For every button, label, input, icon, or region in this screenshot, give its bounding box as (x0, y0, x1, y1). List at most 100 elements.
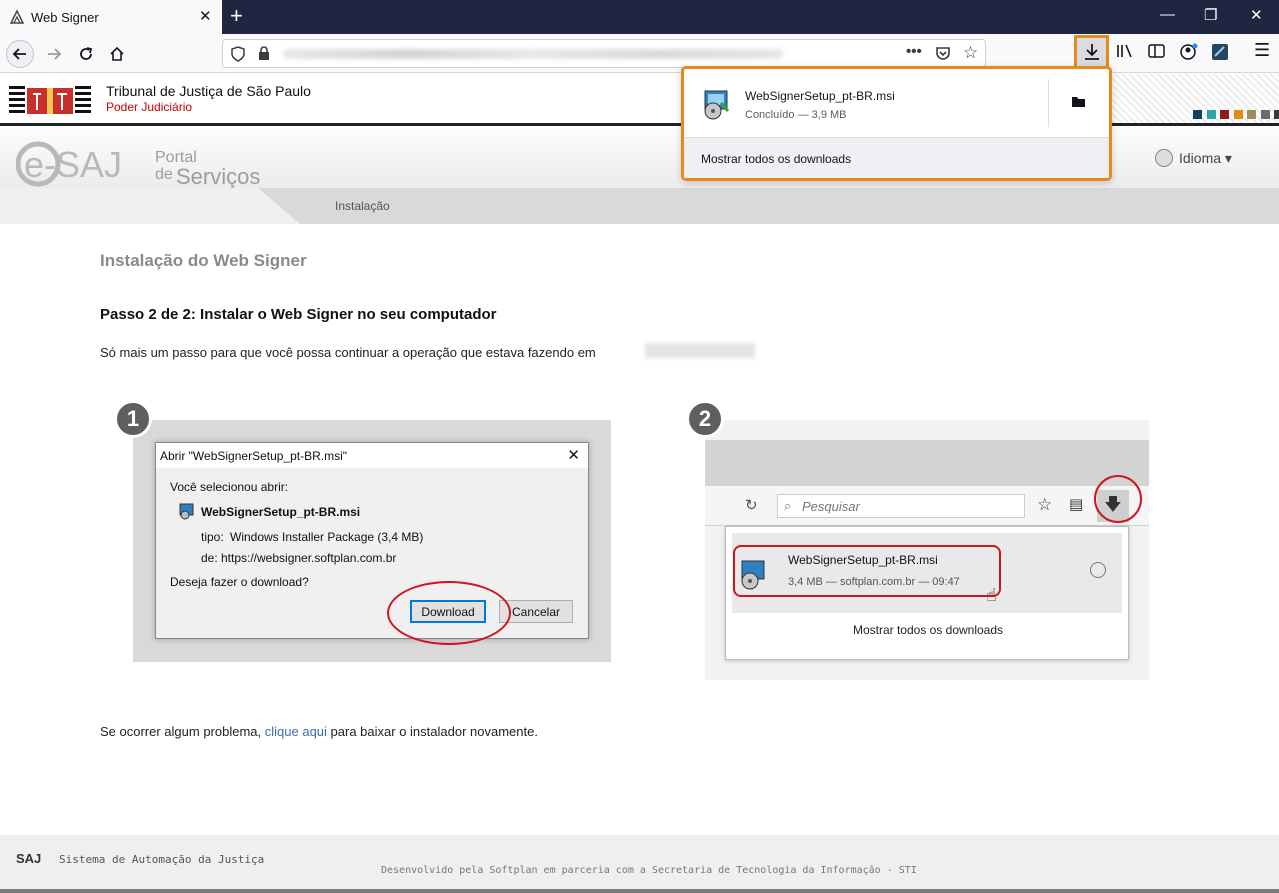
ill2-star-icon: ☆ (1037, 495, 1053, 514)
de-value: https://websigner.softplan.com.br (221, 551, 397, 565)
download-item[interactable]: WebSignerSetup_pt-BR.msi Concluído — 3,9… (684, 69, 1109, 137)
question-label: Deseja fazer o download? (170, 575, 309, 589)
portal-line2: de (155, 166, 173, 183)
illustration-open-dialog: Abrir "WebSignerSetup_pt-BR.msi" ✕ Você … (133, 420, 611, 662)
close-tab-icon[interactable]: ✕ (199, 7, 212, 25)
download-item-separator (1048, 79, 1049, 127)
restore-button[interactable]: ❐ (1204, 6, 1217, 24)
dialog-titlebar: Abrir "WebSignerSetup_pt-BR.msi" ✕ (156, 443, 588, 468)
accent-color-square (1274, 110, 1279, 119)
tipo-label: tipo: (201, 530, 224, 544)
ill2-list-icon: ▤ (1069, 496, 1084, 513)
footer-saj-logo: SAJ (16, 851, 42, 866)
back-button[interactable] (6, 40, 34, 68)
close-window-button[interactable]: ✕ (1250, 6, 1263, 24)
esaj-portal-logo: e-SAJ Portal de Serviços (16, 141, 260, 189)
site-footer: SAJ Sistema de Automação da Justiça Dese… (0, 835, 1279, 889)
pocket-icon[interactable] (935, 45, 951, 61)
arrow-left-icon (12, 48, 26, 60)
reload-button[interactable] (72, 40, 100, 68)
dialog-filename: WebSignerSetup_pt-BR.msi (201, 505, 361, 519)
idioma-label: Idioma ▾ (1179, 149, 1232, 166)
tab-bar: Web Signer ✕ + — ❐ ✕ (0, 0, 1279, 34)
footer-bottom-line (0, 889, 1279, 893)
tab-title: Web Signer (31, 10, 99, 25)
portal-line3: Serviços (176, 164, 260, 189)
tjsp-logo (9, 86, 91, 114)
lock-icon[interactable] (258, 46, 270, 61)
downloads-button[interactable] (1074, 35, 1109, 69)
home-button[interactable] (103, 40, 131, 68)
step-title: Passo 2 de 2: Instalar o Web Signer no s… (100, 306, 497, 323)
accent-color-square (1206, 110, 1216, 119)
arrow-right-icon (48, 48, 62, 60)
de-label: de: (201, 551, 218, 565)
minimize-button[interactable]: — (1160, 6, 1175, 23)
bookmark-star-icon[interactable]: ☆ (963, 43, 978, 63)
retry-link[interactable]: clique aqui (265, 724, 327, 739)
retry-suffix: para baixar o instalador novamente. (330, 724, 538, 739)
illustration-firefox-downloads: ↻ ⌕ Pesquisar ☆ ▤ 🡇 WebSignerSetup_pt-BR… (705, 420, 1149, 680)
forward-button[interactable] (40, 40, 68, 68)
menu-arrow-tab (0, 188, 300, 224)
accent-color-square (1193, 110, 1202, 119)
extension-icon[interactable] (1211, 43, 1229, 61)
page-actions-icon[interactable]: ••• (906, 43, 922, 60)
account-icon[interactable] (1180, 43, 1198, 61)
tj-subtitle: Poder Judiciário (106, 100, 193, 114)
menu-hamburger-icon[interactable]: ☰ (1254, 40, 1270, 61)
accent-color-square (1220, 110, 1229, 119)
blurred-site-name (645, 343, 755, 358)
blurred-url (283, 49, 783, 59)
highlight-box-download-item (733, 545, 1001, 597)
tab-web-signer[interactable]: Web Signer ✕ (0, 0, 222, 34)
msi-installer-icon (704, 90, 730, 120)
home-icon (110, 46, 124, 61)
library-icon[interactable] (1116, 43, 1134, 59)
idioma-selector[interactable]: Idioma ▾ (1155, 149, 1232, 167)
open-file-dialog: Abrir "WebSignerSetup_pt-BR.msi" ✕ Você … (155, 442, 589, 639)
highlight-ring-download (387, 581, 511, 645)
ill2-show-all-downloads: Mostrar todos os downloads (852, 623, 1004, 637)
show-all-downloads-label: Mostrar todos os downloads (701, 152, 852, 166)
ill2-search-icon: ⌕ (784, 498, 792, 513)
footer-sistema: Sistema de Automação da Justiça (59, 853, 265, 866)
download-arrow-icon (1084, 44, 1099, 60)
downloads-popup-panel: WebSignerSetup_pt-BR.msi Concluído — 3,9… (681, 66, 1112, 181)
highlight-ring-download-button (1094, 475, 1142, 523)
selected-label: Você selecionou abrir: (170, 480, 289, 494)
ill2-reload-icon: ↻ (745, 497, 758, 514)
ill2-open-folder-icon (1090, 562, 1106, 578)
ill2-search-placeholder: Pesquisar (802, 499, 860, 514)
retry-text: Se ocorrer algum problema, clique aqui p… (100, 724, 538, 739)
web-signer-favicon-icon (9, 9, 25, 24)
sidebar-icon[interactable] (1148, 43, 1165, 59)
reload-icon (80, 47, 93, 60)
esaj-logo-text: e-SAJ (24, 144, 122, 185)
url-bar[interactable]: ••• ☆ (222, 39, 986, 68)
footer-developed-by: Desenvolvido pela Softplan em parceria c… (381, 865, 917, 876)
accent-color-square (1260, 110, 1270, 119)
retry-prefix: Se ocorrer algum problema, (100, 724, 262, 739)
show-all-downloads-button[interactable]: Mostrar todos os downloads (684, 137, 1109, 178)
download-filename: WebSignerSetup_pt-BR.msi (745, 89, 895, 103)
new-tab-button[interactable]: + (230, 3, 243, 29)
dialog-title: Abrir "WebSignerSetup_pt-BR.msi" (160, 449, 348, 463)
page-title: Instalação do Web Signer (100, 251, 307, 270)
step-badge-2: 2 (686, 400, 724, 438)
open-folder-icon[interactable] (1071, 95, 1086, 108)
ill2-search-box: ⌕ Pesquisar (777, 494, 1025, 518)
menu-bar: Instalação (0, 188, 1279, 224)
dialog-close-icon: ✕ (567, 447, 580, 464)
ill2-tabstrip (705, 440, 1149, 486)
tipo-value: Windows Installer Package (3,4 MB) (230, 530, 424, 544)
download-status: Concluído — 3,9 MB (745, 109, 847, 121)
ill2-navstrip: ↻ ⌕ Pesquisar ☆ ▤ 🡇 (705, 486, 1149, 526)
msi-file-icon (179, 503, 194, 520)
menu-item-instalacao[interactable]: Instalação (335, 199, 390, 213)
accent-color-square (1233, 110, 1243, 119)
shield-icon[interactable] (231, 46, 245, 62)
step-description: Só mais um passo para que você possa con… (100, 345, 596, 360)
step-badge-1: 1 (114, 400, 152, 438)
tj-name: Tribunal de Justiça de São Paulo (106, 83, 311, 99)
